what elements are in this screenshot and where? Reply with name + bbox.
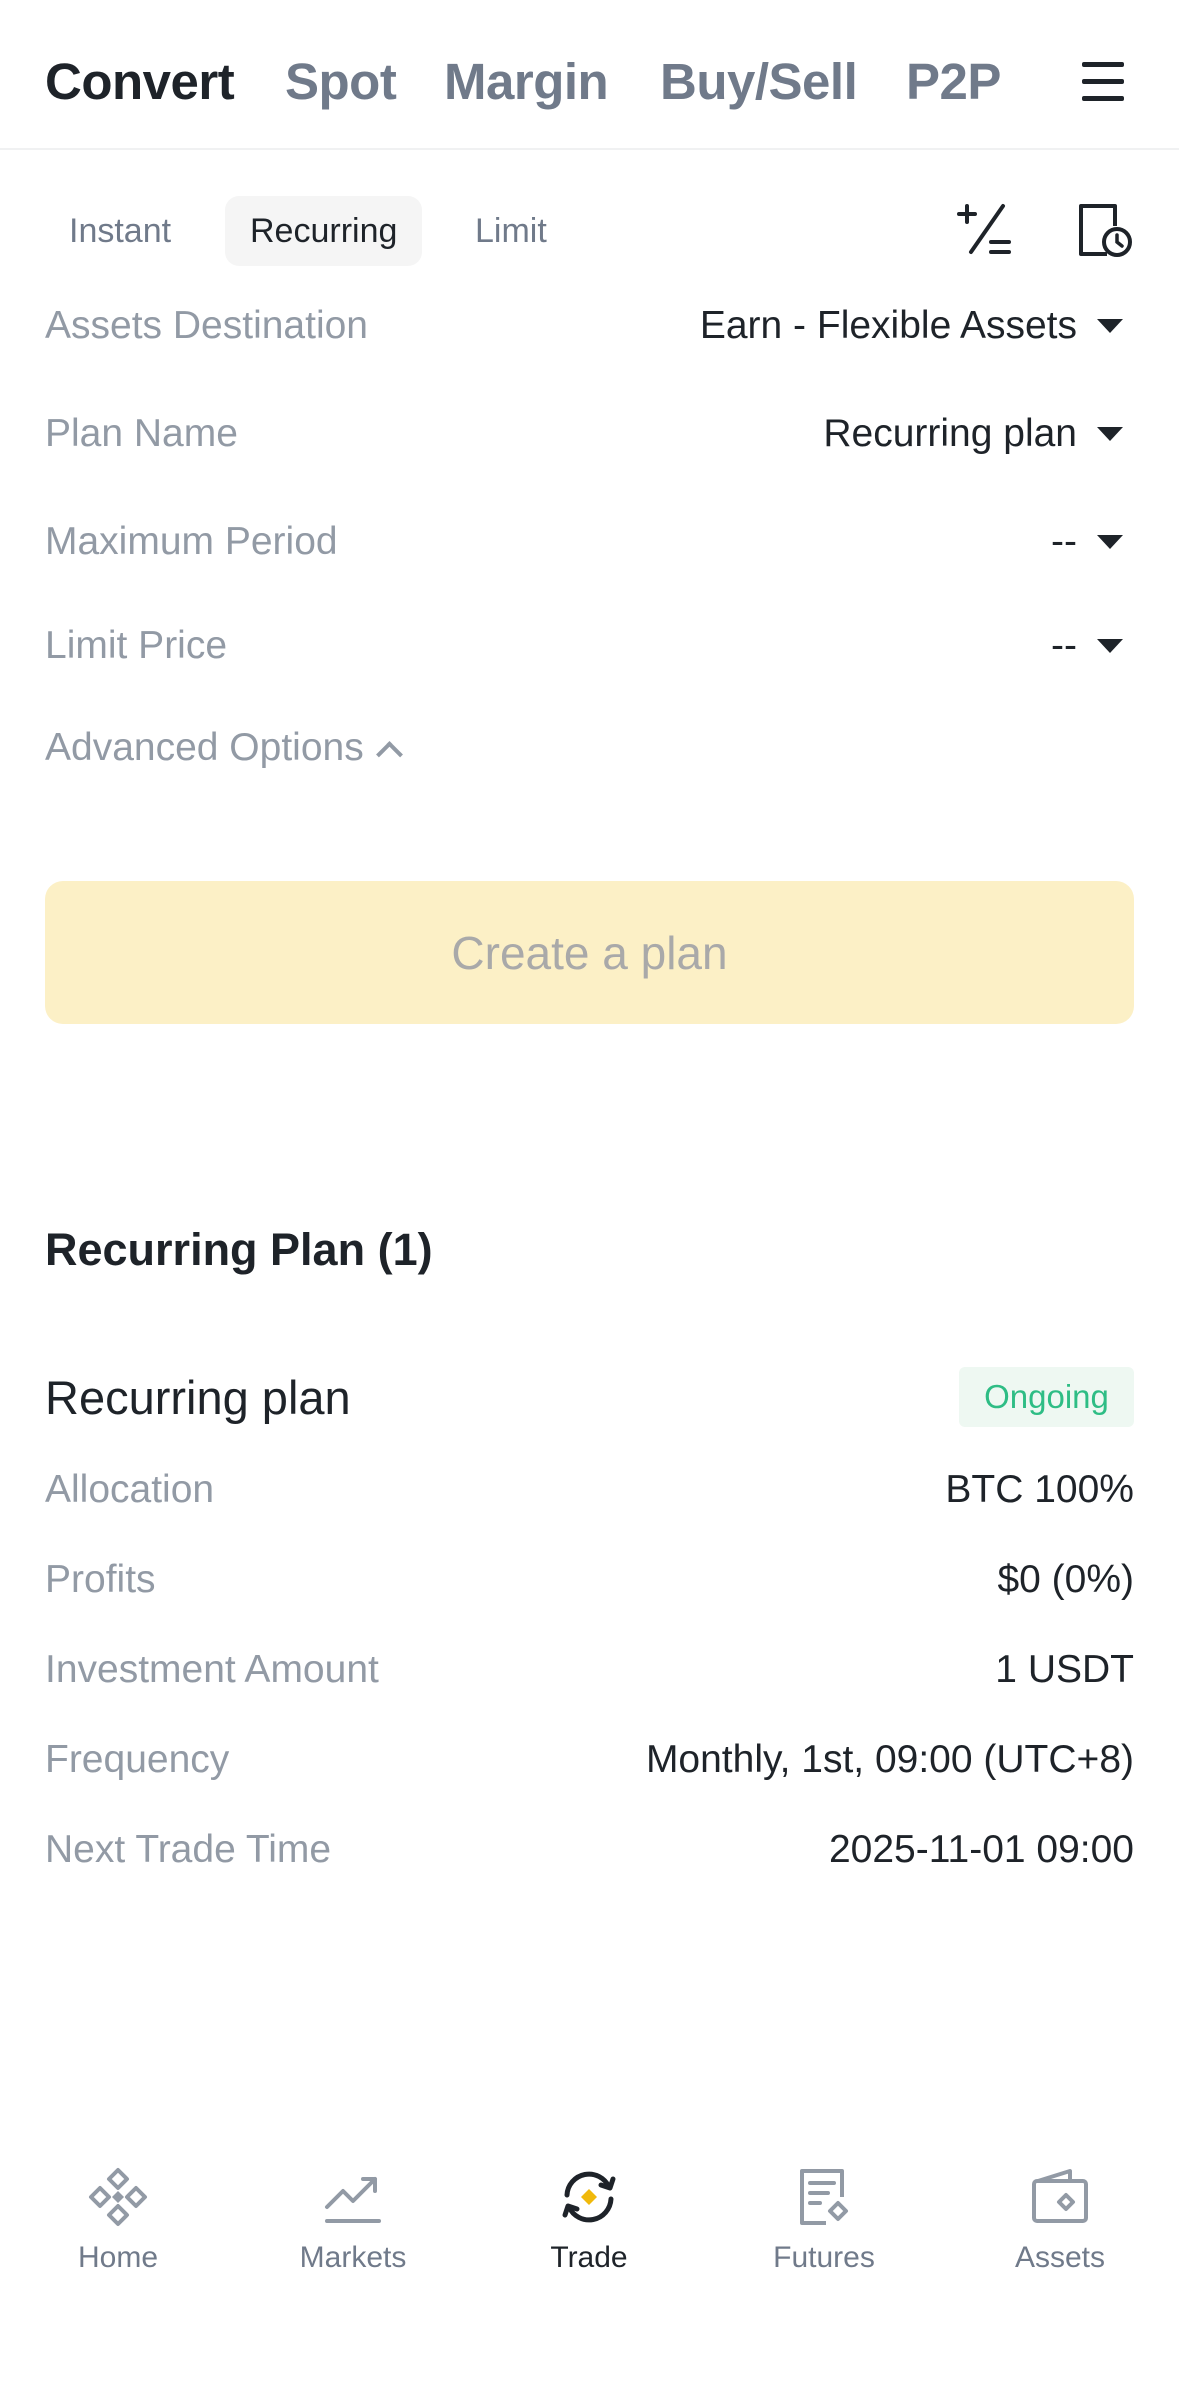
tab-margin[interactable]: Margin — [444, 52, 609, 111]
next-trade-time-value: 2025-11-01 09:00 — [828, 1828, 1134, 1871]
caret-down-icon — [1097, 427, 1123, 441]
maximum-period-select[interactable]: -- — [1051, 520, 1123, 564]
nav-trade[interactable]: Trade — [489, 2165, 689, 2275]
nav-assets[interactable]: Assets — [960, 2165, 1160, 2275]
frequency-value: Monthly, 1st, 09:00 (UTC+8) — [645, 1738, 1134, 1781]
chevron-up-icon — [375, 740, 403, 768]
plan-name-label: Plan Name — [45, 412, 238, 455]
advanced-options-label: Advanced Options — [45, 726, 364, 769]
plan-card-title[interactable]: Recurring plan — [45, 1370, 351, 1425]
nav-home[interactable]: Home — [18, 2165, 218, 2275]
trade-swap-icon — [562, 2171, 616, 2223]
futures-document-icon — [800, 2169, 848, 2225]
nav-futures-label: Futures — [773, 2241, 875, 2274]
order-history-icon[interactable] — [1075, 200, 1135, 260]
profits-label: Profits — [45, 1558, 156, 1601]
section-title: Recurring Plan (1) — [45, 1224, 433, 1275]
subtab-recurring[interactable]: Recurring — [225, 196, 423, 266]
tab-buy-sell[interactable]: Buy/Sell — [660, 52, 858, 111]
assets-destination-select[interactable]: Earn - Flexible Assets — [700, 304, 1123, 348]
nav-trade-label: Trade — [550, 2241, 628, 2274]
nav-assets-label: Assets — [1014, 2241, 1106, 2274]
assets-destination-value: Earn - Flexible Assets — [699, 304, 1077, 347]
plan-name-value: Recurring plan — [823, 412, 1077, 455]
nav-markets[interactable]: Markets — [253, 2165, 453, 2275]
create-plan-button[interactable]: Create a plan — [45, 881, 1134, 1024]
status-badge: Ongoing — [959, 1367, 1134, 1427]
top-nav: Convert Spot Margin Buy/Sell P2P — [0, 0, 1179, 150]
frequency-label: Frequency — [45, 1738, 230, 1781]
tab-p2p[interactable]: P2P — [906, 52, 1001, 111]
investment-amount-label: Investment Amount — [45, 1648, 379, 1691]
nav-home-label: Home — [77, 2241, 159, 2274]
maximum-period-label: Maximum Period — [45, 520, 338, 563]
menu-icon[interactable] — [1082, 62, 1124, 102]
nav-markets-label: Markets — [299, 2241, 407, 2274]
chart-line-icon — [325, 2177, 381, 2223]
allocation-value: BTC 100% — [945, 1468, 1134, 1511]
nav-futures[interactable]: Futures — [724, 2165, 924, 2275]
caret-down-icon — [1097, 639, 1123, 653]
plan-name-select[interactable]: Recurring plan — [823, 412, 1123, 456]
wallet-icon — [1032, 2169, 1088, 2223]
limit-price-value: -- — [1051, 624, 1077, 667]
caret-down-icon — [1097, 319, 1123, 333]
subtab-instant[interactable]: Instant — [69, 196, 171, 266]
binance-logo-icon — [89, 2168, 147, 2226]
next-trade-time-label: Next Trade Time — [45, 1828, 332, 1871]
tab-spot[interactable]: Spot — [285, 52, 397, 111]
allocation-label: Allocation — [45, 1468, 215, 1511]
plus-minus-icon[interactable] — [955, 200, 1015, 260]
assets-destination-label: Assets Destination — [45, 304, 368, 347]
maximum-period-value: -- — [1051, 520, 1077, 563]
subtab-limit[interactable]: Limit — [475, 196, 547, 266]
advanced-options-toggle[interactable]: Advanced Options — [45, 726, 403, 770]
limit-price-select[interactable]: -- — [1051, 624, 1123, 668]
tab-convert[interactable]: Convert — [45, 52, 235, 111]
profits-value: $0 (0%) — [997, 1558, 1134, 1601]
investment-amount-value: 1 USDT — [995, 1648, 1134, 1691]
caret-down-icon — [1097, 535, 1123, 549]
limit-price-label: Limit Price — [45, 624, 228, 667]
